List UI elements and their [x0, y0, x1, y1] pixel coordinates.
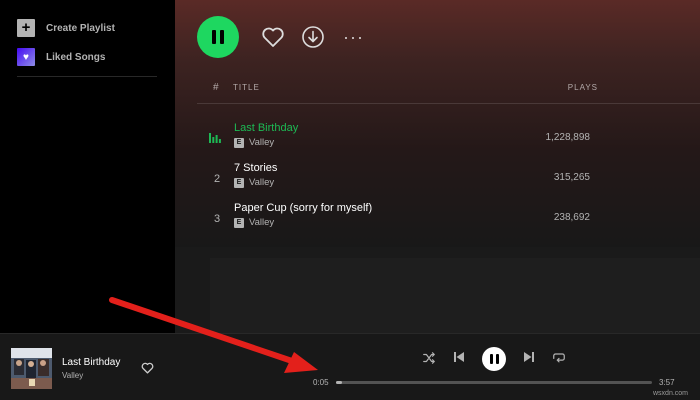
track-plays: 1,228,898: [545, 132, 591, 143]
equalizer-icon: [209, 133, 221, 143]
create-playlist-label: Create Playlist: [46, 22, 115, 34]
repeat-icon: [553, 353, 565, 363]
track-title[interactable]: Last Birthday: [234, 122, 298, 134]
explicit-badge: E: [234, 177, 244, 188]
now-playing-artist[interactable]: Valley: [62, 371, 83, 380]
pause-icon: [212, 30, 224, 44]
content-card: [210, 258, 700, 333]
track-title[interactable]: Paper Cup (sorry for myself): [234, 202, 372, 214]
liked-songs-button[interactable]: ♥ Liked Songs: [17, 47, 105, 67]
download-icon: [302, 26, 324, 48]
create-playlist-button[interactable]: + Create Playlist: [17, 18, 115, 38]
album-art-image: [11, 348, 52, 389]
playback-progress-bar[interactable]: [336, 381, 652, 384]
more-options-button[interactable]: ···: [343, 27, 364, 48]
now-playing-bar: Last Birthday Valley 0:05 3:57: [0, 333, 700, 400]
header-number: #: [213, 82, 220, 93]
track-number: 2: [213, 173, 221, 185]
explicit-badge: E: [234, 137, 244, 148]
track-plays: 238,692: [553, 212, 590, 223]
skip-forward-icon: [524, 352, 534, 362]
next-button[interactable]: [523, 351, 535, 363]
track-number: 3: [213, 213, 221, 225]
plus-icon: +: [17, 19, 35, 37]
total-duration: 3:57: [659, 378, 675, 387]
repeat-button[interactable]: [552, 351, 566, 364]
track-title[interactable]: 7 Stories: [234, 162, 277, 174]
pause-icon: [489, 354, 499, 364]
header-plays: PLAYS: [567, 83, 598, 92]
header-divider: [197, 103, 700, 104]
track-table-header: # TITLE PLAYS: [205, 82, 600, 94]
pause-button[interactable]: [197, 16, 239, 58]
shuffle-button[interactable]: [422, 351, 436, 365]
save-to-library-button[interactable]: [141, 361, 154, 379]
liked-songs-label: Liked Songs: [46, 51, 106, 63]
download-button[interactable]: [301, 25, 325, 49]
shuffle-icon: [423, 352, 435, 364]
track-row[interactable]: 2 7 Stories E Valley 315,265: [205, 160, 600, 194]
heart-icon: ♥: [17, 48, 35, 66]
previous-button[interactable]: [453, 351, 465, 363]
sidebar: + Create Playlist ♥ Liked Songs: [0, 0, 175, 333]
track-artist[interactable]: Valley: [249, 137, 274, 148]
track-artist[interactable]: Valley: [249, 217, 274, 228]
sidebar-divider: [17, 76, 157, 77]
explicit-badge: E: [234, 217, 244, 228]
action-bar: ···: [197, 16, 364, 58]
like-button[interactable]: [261, 26, 285, 48]
track-row[interactable]: Last Birthday E Valley 1,228,898: [205, 120, 600, 154]
player-pause-button[interactable]: [482, 347, 506, 371]
header-title: TITLE: [233, 83, 260, 92]
now-playing-title[interactable]: Last Birthday: [62, 357, 120, 368]
progress-fill: [336, 381, 343, 384]
main-view: ··· # TITLE PLAYS Last Birthday E Valley…: [175, 0, 700, 333]
album-cover[interactable]: [11, 348, 52, 389]
track-row[interactable]: 3 Paper Cup (sorry for myself) E Valley …: [205, 200, 600, 234]
heart-outline-icon: [141, 362, 154, 374]
elapsed-time: 0:05: [313, 378, 329, 387]
watermark: wsxdn.com: [653, 390, 689, 397]
track-plays: 315,265: [553, 172, 590, 183]
track-artist[interactable]: Valley: [249, 177, 274, 188]
skip-back-icon: [454, 352, 464, 362]
heart-outline-icon: [262, 27, 284, 47]
